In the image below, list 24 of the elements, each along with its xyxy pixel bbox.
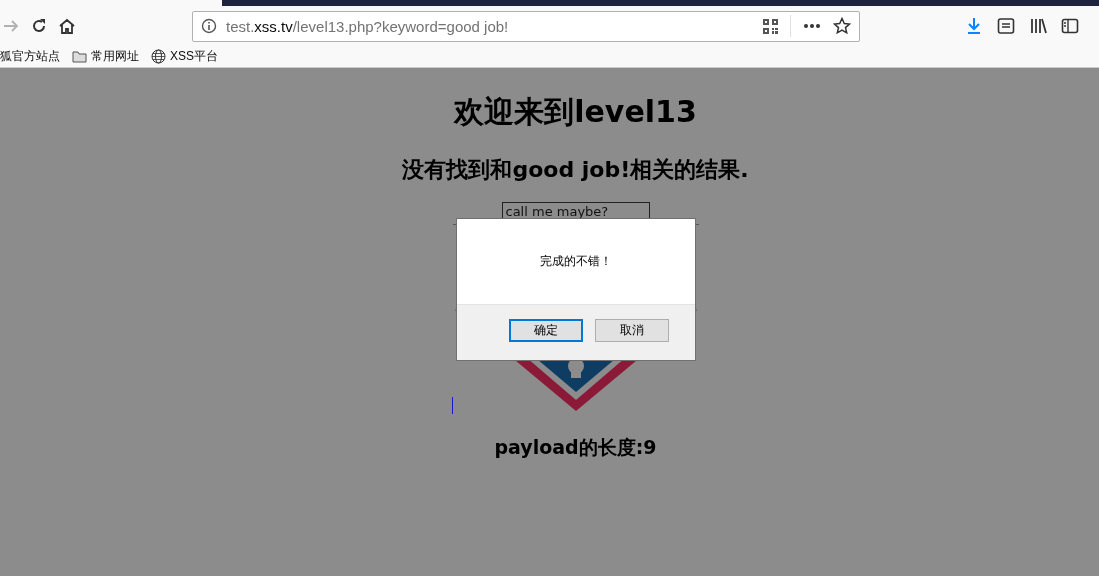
reader-icon[interactable] bbox=[997, 17, 1015, 35]
dialog-button[interactable]: 确定 bbox=[509, 319, 583, 342]
library-icon[interactable] bbox=[1029, 17, 1047, 35]
globe-icon bbox=[151, 49, 166, 64]
dialog-message: 完成的不错！ bbox=[540, 253, 612, 270]
address-bar[interactable]: test.xss.tv/level13.php?keyword=good job! bbox=[192, 10, 860, 42]
sidebar-icon[interactable] bbox=[1061, 17, 1079, 35]
bookmark-item[interactable]: XSS平台 bbox=[170, 48, 218, 65]
reload-icon[interactable] bbox=[30, 17, 48, 35]
payload-length-text: payload的长度:9 bbox=[494, 435, 657, 460]
star-icon[interactable] bbox=[833, 17, 851, 35]
download-icon[interactable] bbox=[965, 17, 983, 35]
bookmark-item[interactable]: 常用网址 bbox=[91, 48, 139, 65]
info-icon[interactable] bbox=[201, 18, 217, 34]
qr-code-icon[interactable] bbox=[763, 18, 778, 34]
folder-icon bbox=[72, 49, 87, 64]
url-text: test.xss.tv/level13.php?keyword=good job! bbox=[226, 17, 510, 35]
dialog-button[interactable]: 取消 bbox=[595, 319, 669, 342]
page-heading: 欢迎来到level13 bbox=[454, 93, 697, 131]
result-heading: 没有找到和good job!相关的结果. bbox=[402, 156, 749, 184]
home-icon[interactable] bbox=[58, 17, 76, 35]
more-icon[interactable] bbox=[803, 23, 821, 29]
text-cursor bbox=[452, 397, 453, 414]
bookmark-item[interactable]: 狐官方站点 bbox=[0, 48, 60, 65]
